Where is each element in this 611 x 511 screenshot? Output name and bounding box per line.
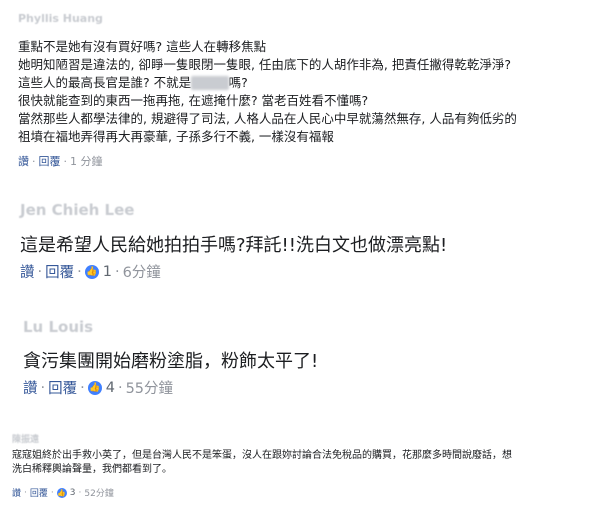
thumbs-up-icon[interactable]: 👍 — [56, 487, 67, 498]
separator-dot: · — [63, 154, 68, 168]
comment-text-fragment: 這些人的最高長官是誰? 不就是 — [18, 75, 192, 90]
separator-dot: · — [114, 263, 120, 280]
separator-dot: · — [80, 379, 85, 396]
comment-text-line: 洗白稀釋輿論聲量，我們都看到了。 — [12, 464, 172, 475]
separator-dot: · — [40, 379, 46, 396]
comment-timestamp[interactable]: 52分鐘 — [84, 486, 113, 499]
separator-dot: · — [78, 487, 82, 498]
reply-button[interactable]: 回覆 — [48, 377, 77, 398]
like-button[interactable]: 讚 — [18, 153, 29, 169]
comment-text-line: 這些人的最高長官是誰? 不就是蔡英文嗎? — [18, 76, 248, 90]
comment-text-line: 重點不是她有沒有買好嗎? 這些人在轉移焦點 — [18, 39, 267, 54]
separator-dot: · — [77, 263, 82, 280]
comment-actions: 讚 · 回覆 · 👍 3 · 52分鐘 — [12, 486, 114, 499]
separator-dot: · — [50, 487, 54, 498]
reaction-count[interactable]: 4 — [106, 380, 115, 396]
comment-timestamp[interactable]: 55分鐘 — [126, 377, 173, 398]
comment-author[interactable]: Jen Chieh Lee — [20, 201, 134, 219]
comment-timestamp[interactable]: 1 分鐘 — [70, 153, 103, 169]
like-button[interactable]: 讚 — [23, 377, 38, 398]
comment-text-line: 貪污集團開始磨粉塗脂，粉飾太平了! — [23, 351, 319, 372]
separator-dot: · — [32, 154, 36, 168]
reply-button[interactable]: 回覆 — [39, 153, 61, 169]
comment-actions: 讚 · 回覆 · 👍 4 · 55分鐘 — [23, 377, 173, 398]
comment-text-line: 很快就能查到的東西一拖再拖, 在遮掩什麼? 當老百姓看不懂嗎? — [18, 93, 369, 108]
comment-text-line: 當然那些人都學法律的, 規避得了司法, 人格人品在人民心中早就蕩然無存, 人品有… — [18, 111, 517, 126]
comment-actions: 讚 · 回覆 · 1 分鐘 — [18, 153, 103, 169]
like-button[interactable]: 讚 — [20, 261, 35, 282]
comment-text-fragment: 嗎? — [228, 75, 248, 90]
redacted-name: 蔡英文 — [191, 76, 229, 90]
separator-dot: · — [117, 379, 123, 396]
comment-text-line: 這是希望人民給她拍拍手嗎?拜託!!洗白文也做漂亮點! — [20, 235, 448, 256]
reply-button[interactable]: 回覆 — [30, 486, 48, 499]
comment-actions: 讚 · 回覆 · 👍 1 · 6分鐘 — [20, 261, 161, 282]
thumbs-up-icon[interactable]: 👍 — [87, 380, 102, 395]
comment-author[interactable]: Phyllis Huang — [18, 12, 103, 25]
separator-dot: · — [37, 263, 43, 280]
separator-dot: · — [24, 487, 27, 498]
like-button[interactable]: 讚 — [12, 486, 21, 499]
reply-button[interactable]: 回覆 — [45, 261, 74, 282]
comment-text-line: 寇寇姐終於出手救小英了，但是台灣人民不是笨蛋，沒人在跟妳討論合法免稅品的購買，花… — [12, 450, 512, 461]
comment-text-line: 祖墳在福地弄得再大再豪華, 子孫多行不義, 一樣沒有福報 — [18, 129, 334, 144]
reaction-count[interactable]: 1 — [103, 264, 112, 280]
comment-text-line: 她明知陋習是違法的, 卻睜一隻眼閉一隻眼, 任由底下的人胡作非為, 把責任撇得乾… — [18, 57, 511, 72]
thumbs-up-icon[interactable]: 👍 — [84, 264, 99, 279]
comment-author[interactable]: Lu Louis — [23, 318, 93, 336]
comment-author[interactable]: 陳振遠 — [12, 432, 39, 445]
comment-timestamp[interactable]: 6分鐘 — [123, 261, 161, 282]
